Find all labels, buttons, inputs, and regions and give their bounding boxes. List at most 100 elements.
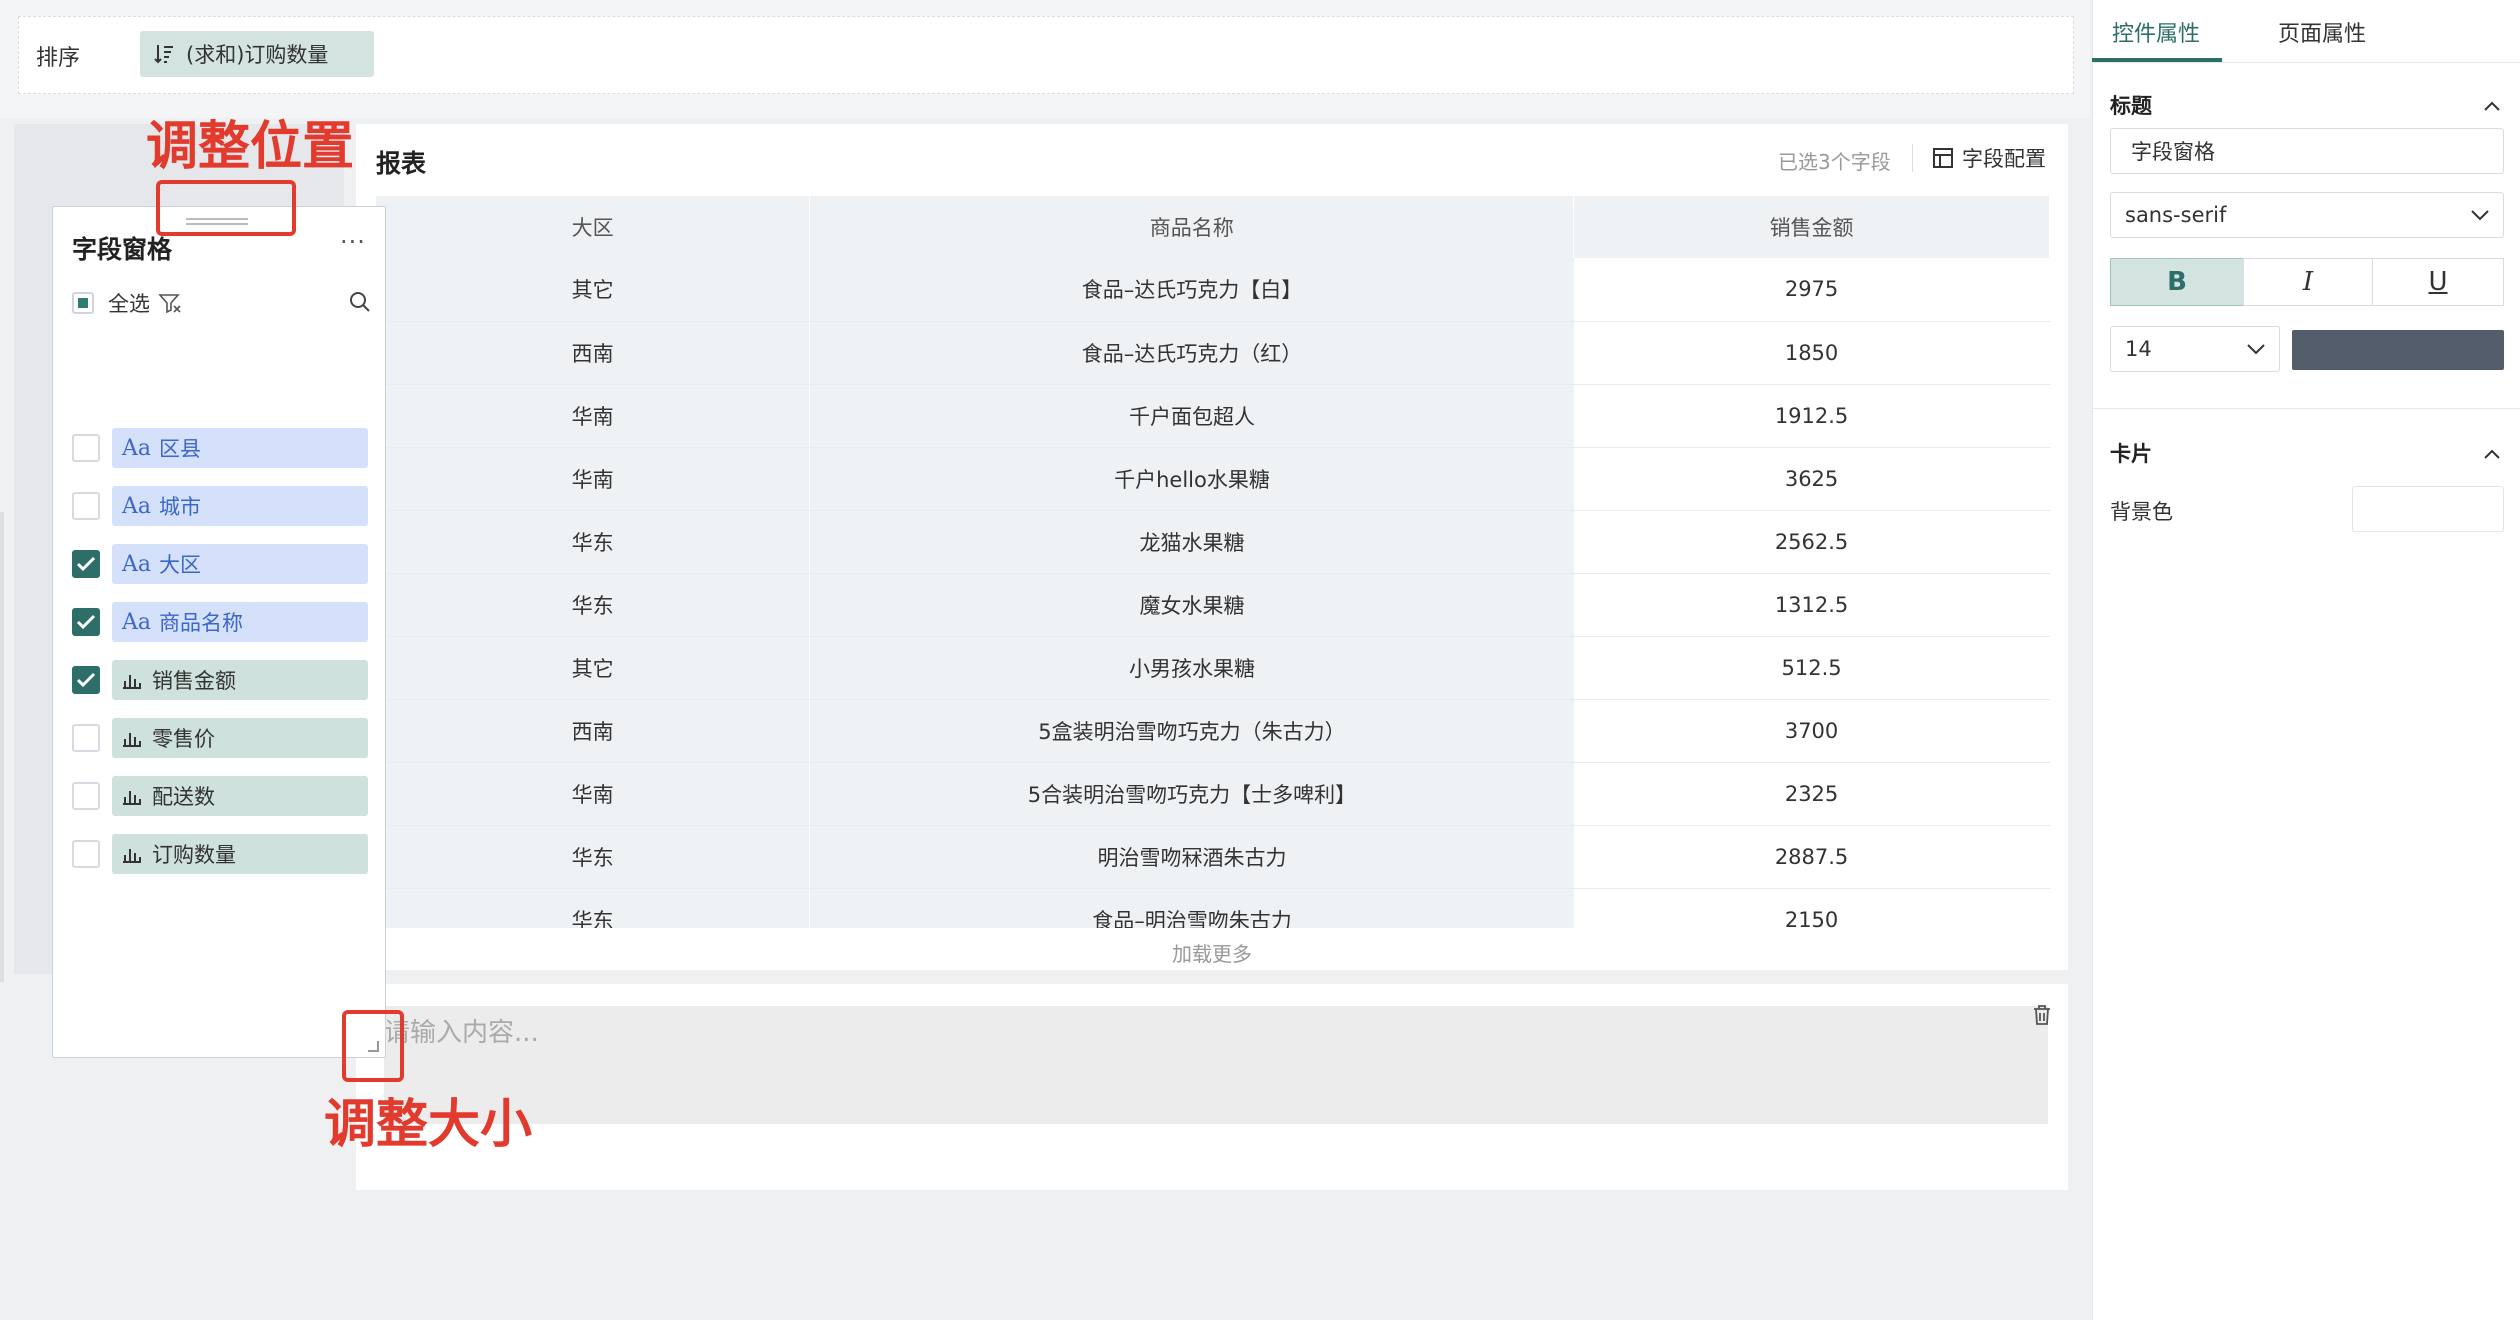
table-cell: 食品–达氏巧克力（红） xyxy=(809,321,1574,385)
field-chip[interactable]: 零售价 xyxy=(112,718,368,758)
annotation-resize-box xyxy=(342,1010,404,1082)
table-cell: 千户面包超人 xyxy=(809,384,1574,448)
field-checkbox[interactable] xyxy=(72,666,100,694)
field-chip[interactable]: 销售金额 xyxy=(112,660,368,700)
annotation-move-box xyxy=(156,180,296,236)
clear-filter-icon[interactable] xyxy=(158,292,182,314)
field-item[interactable]: Aa 大区 xyxy=(72,544,368,584)
chevron-down-icon xyxy=(2247,344,2265,355)
table-cell: 华东 xyxy=(376,573,810,637)
field-checkbox[interactable] xyxy=(72,724,100,752)
field-checkbox[interactable] xyxy=(72,550,100,578)
tab-widget-properties[interactable]: 控件属性 xyxy=(2112,16,2200,48)
search-icon[interactable] xyxy=(348,290,372,318)
font-color-swatch[interactable] xyxy=(2292,330,2504,370)
table-cell: 1850 xyxy=(1573,321,2050,385)
chevron-up-icon[interactable] xyxy=(2484,444,2500,463)
field-item[interactable]: 订购数量 xyxy=(72,834,368,874)
report-title: 报表 xyxy=(376,149,427,178)
field-item[interactable]: Aa 城市 xyxy=(72,486,368,526)
checkmark-icon xyxy=(76,614,96,630)
field-item[interactable]: 零售价 xyxy=(72,718,368,758)
report-table-viewport[interactable]: 大区 商品名称 销售金额 其它 食品–达氏巧克力【白】 2975 西南 食品–达氏巧克力（红… xyxy=(356,196,2068,928)
text-input-area[interactable] xyxy=(384,1006,2048,1124)
table-row: 华南 千户面包超人 1912.5 xyxy=(376,384,2050,448)
tab-page-properties[interactable]: 页面属性 xyxy=(2278,16,2366,48)
title-input[interactable]: 字段窗格 xyxy=(2110,128,2504,174)
table-cell: 华东 xyxy=(376,825,810,889)
font-size-select[interactable]: 14 xyxy=(2110,326,2280,372)
table-cell: 其它 xyxy=(376,258,810,322)
field-label: 大区 xyxy=(159,553,202,577)
field-config-button[interactable]: 字段配置 xyxy=(1932,143,2046,173)
field-chip[interactable]: Aa 商品名称 xyxy=(112,602,368,642)
select-all-checkbox[interactable] xyxy=(72,292,94,314)
chevron-down-icon xyxy=(2471,210,2489,221)
field-chip[interactable]: Aa 城市 xyxy=(112,486,368,526)
field-checkbox[interactable] xyxy=(72,608,100,636)
field-chip[interactable]: 配送数 xyxy=(112,776,368,816)
field-item[interactable]: 销售金额 xyxy=(72,660,368,700)
sort-descending-icon xyxy=(154,45,173,64)
field-item[interactable]: Aa 商品名称 xyxy=(72,602,368,642)
field-item[interactable]: Aa 区县 xyxy=(72,428,368,468)
report-table: 大区 商品名称 销售金额 其它 食品–达氏巧克力【白】 2975 西南 食品–达氏巧克力（红… xyxy=(376,196,2050,928)
text-placeholder: 请输入内容... xyxy=(384,1018,539,1048)
underline-button[interactable]: U xyxy=(2372,258,2504,306)
text-field-icon: Aa xyxy=(122,551,152,577)
annotation-move-label: 调整位置 xyxy=(146,117,355,177)
font-family-value: sans-serif xyxy=(2125,203,2227,227)
table-row: 其它 食品–达氏巧克力【白】 2975 xyxy=(376,258,2050,322)
field-label: 区县 xyxy=(159,437,202,461)
table-cell: 华东 xyxy=(376,510,810,574)
table-cell: 华南 xyxy=(376,447,810,511)
table-cell: 华南 xyxy=(376,384,810,448)
table-cell: 明治雪吻冧酒朱古力 xyxy=(809,825,1574,889)
column-header[interactable]: 销售金额 xyxy=(1573,196,2050,258)
field-chip[interactable]: Aa 大区 xyxy=(112,544,368,584)
table-row: 华南 千户hello水果糖 3625 xyxy=(376,447,2050,511)
background-color-picker[interactable] xyxy=(2352,486,2504,532)
table-cell: 西南 xyxy=(376,321,810,385)
field-chip[interactable]: 订购数量 xyxy=(112,834,368,874)
column-header[interactable]: 大区 xyxy=(376,196,811,258)
italic-button[interactable]: I xyxy=(2243,258,2373,306)
canvas-edge xyxy=(0,512,4,982)
sort-field-label: (求和)订购数量 xyxy=(186,43,329,67)
table-cell: 华东 xyxy=(376,888,810,928)
field-config-label: 字段配置 xyxy=(1962,147,2046,171)
font-family-select[interactable]: sans-serif xyxy=(2110,192,2504,238)
column-header[interactable]: 商品名称 xyxy=(809,196,1575,258)
field-chip[interactable]: Aa 区县 xyxy=(112,428,368,468)
title-section-header[interactable]: 标题 xyxy=(2110,90,2152,120)
delete-icon[interactable] xyxy=(2032,1004,2052,1030)
tab-divider xyxy=(2092,62,2520,63)
select-all-control[interactable]: 全选 xyxy=(72,288,182,318)
field-checkbox[interactable] xyxy=(72,434,100,462)
table-cell: 512.5 xyxy=(1573,636,2050,700)
text-field-icon: Aa xyxy=(122,609,152,635)
field-checkbox[interactable] xyxy=(72,492,100,520)
field-label: 销售金额 xyxy=(152,669,236,693)
annotation-resize-label: 调整大小 xyxy=(324,1095,533,1155)
table-cell: 华南 xyxy=(376,762,810,826)
chevron-up-icon[interactable] xyxy=(2484,96,2500,115)
card-section-header[interactable]: 卡片 xyxy=(2110,438,2152,468)
text-field-icon: Aa xyxy=(122,493,152,519)
table-row: 华东 食品–明治雪吻朱古力 2150 xyxy=(376,888,2050,928)
table-row: 西南 食品–达氏巧克力（红） 1850 xyxy=(376,321,2050,385)
field-label: 商品名称 xyxy=(159,611,244,635)
table-cell: 2887.5 xyxy=(1573,825,2050,889)
bold-button[interactable]: B xyxy=(2110,258,2244,306)
checkmark-icon xyxy=(76,672,96,688)
field-label: 配送数 xyxy=(152,785,215,809)
sort-field-chip[interactable]: (求和)订购数量 xyxy=(140,31,374,77)
field-checkbox[interactable] xyxy=(72,782,100,810)
field-item[interactable]: 配送数 xyxy=(72,776,368,816)
table-cell: 2325 xyxy=(1573,762,2050,826)
table-row: 华东 明治雪吻冧酒朱古力 2887.5 xyxy=(376,825,2050,889)
load-more-link[interactable]: 加载更多 xyxy=(356,938,2068,967)
table-row: 西南 5盒装明治雪吻巧克力（朱古力） 3700 xyxy=(376,699,2050,763)
more-options-icon[interactable]: ··· xyxy=(340,228,366,256)
field-checkbox[interactable] xyxy=(72,840,100,868)
